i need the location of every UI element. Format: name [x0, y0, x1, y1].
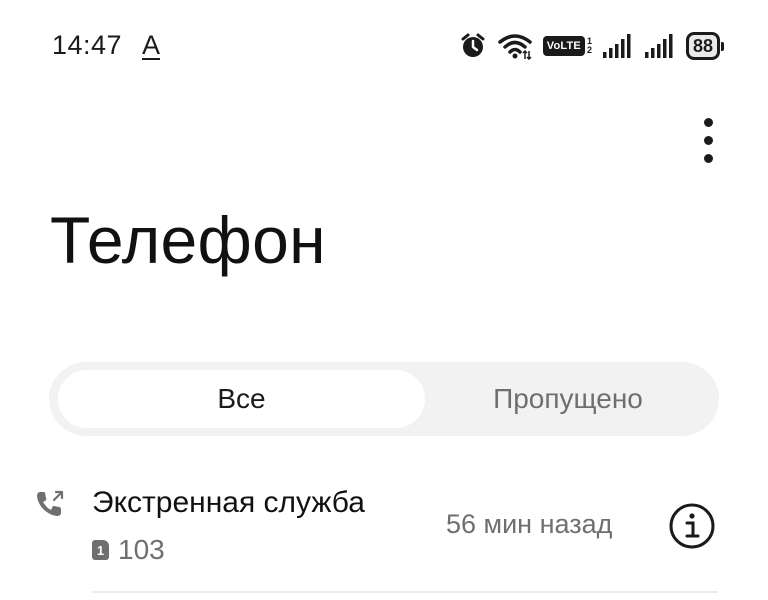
- call-filter-tabs: Все Пропущено: [49, 362, 719, 436]
- contact-name: Экстренная служба: [92, 486, 365, 519]
- status-time: 14:47: [52, 30, 123, 60]
- status-icons: VoLTE 1 2 88: [459, 30, 724, 62]
- more-dot: [703, 135, 713, 145]
- alarm-icon: [459, 32, 487, 60]
- volte-sim-bottom: 2: [586, 45, 592, 55]
- status-bar: 14:47 A VoLTE 1 2 88: [0, 0, 768, 96]
- phone-number: 103: [118, 534, 165, 565]
- list-divider: [92, 591, 718, 593]
- tab-missed[interactable]: Пропущено: [425, 370, 711, 428]
- more-options-button[interactable]: [690, 114, 726, 166]
- volte-sim-indices: 1 2: [587, 37, 592, 55]
- signal-sim2-icon: [644, 33, 676, 59]
- call-time: 56 мин назад: [446, 509, 613, 539]
- volte-icon: VoLTE 1 2: [542, 36, 592, 56]
- more-vertical-icon: [703, 117, 713, 127]
- wifi-icon: [497, 32, 533, 60]
- sim-1-badge: 1: [92, 540, 109, 560]
- battery-level: 88: [685, 32, 720, 60]
- info-button[interactable]: [668, 502, 716, 550]
- volte-label: VoLTE: [542, 36, 585, 56]
- battery-icon: 88: [685, 32, 724, 60]
- battery-cap: [721, 41, 724, 51]
- info-icon: [669, 503, 715, 549]
- status-notification-a: A: [142, 30, 161, 60]
- more-dot: [703, 153, 713, 163]
- outgoing-call-icon: [34, 488, 66, 525]
- signal-sim1-icon: [602, 33, 634, 59]
- tab-all[interactable]: Все: [58, 370, 425, 428]
- page-title: Телефон: [50, 203, 326, 277]
